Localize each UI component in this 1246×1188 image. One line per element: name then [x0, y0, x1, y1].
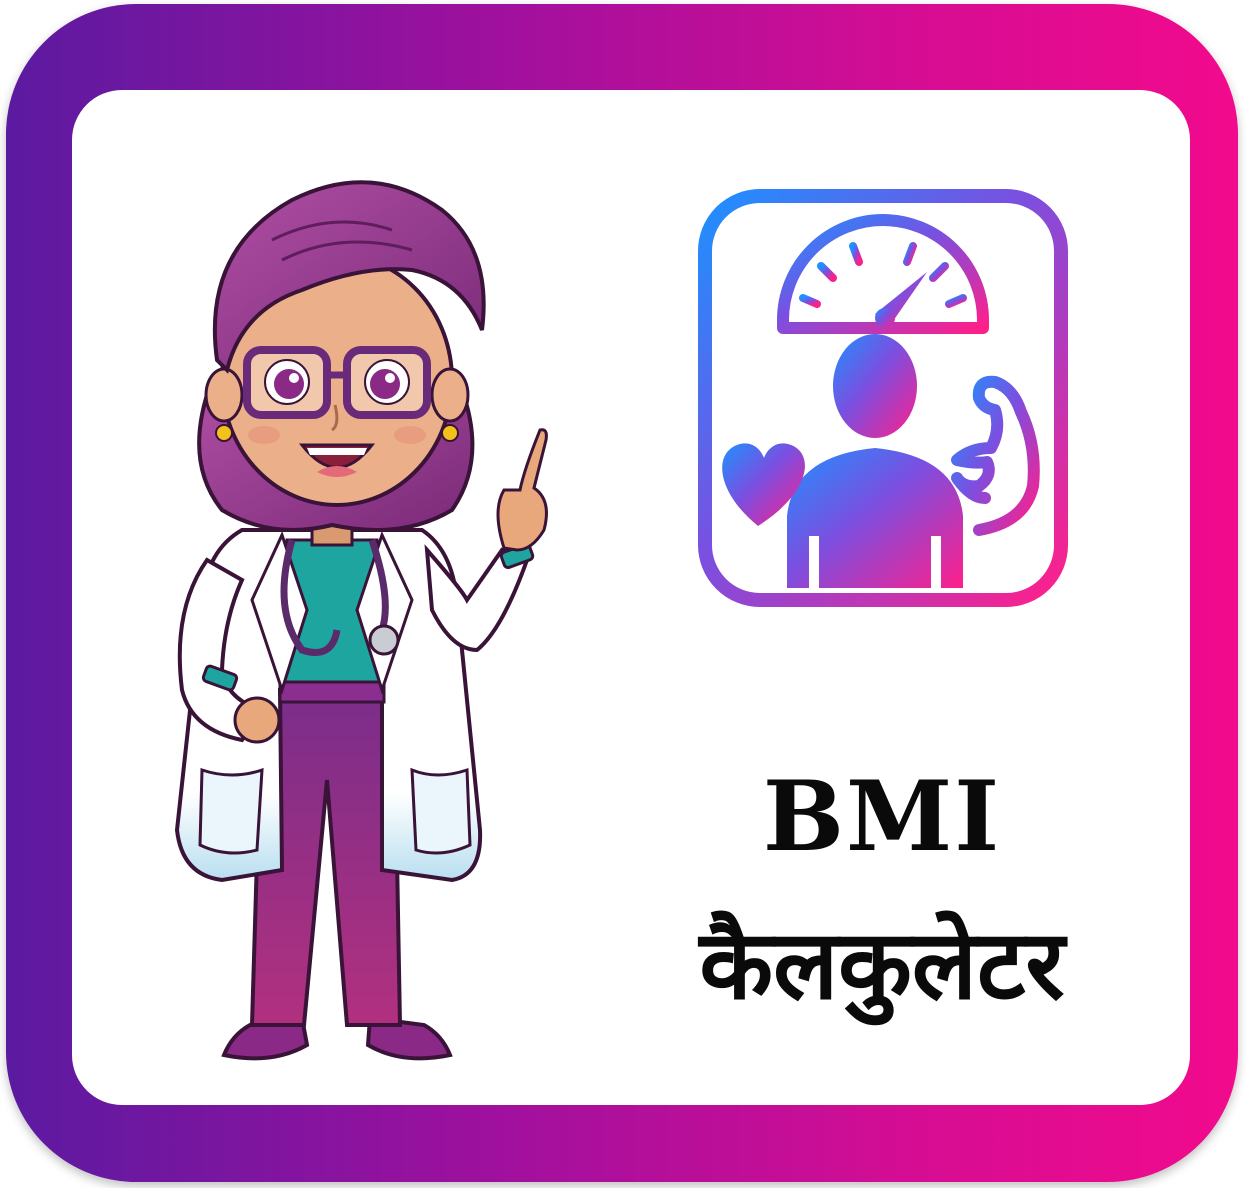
- scale-gauge-icon: [777, 214, 989, 334]
- title-calculator: कैलकुलेटर: [699, 909, 1065, 1021]
- doctor-illustration: [174, 180, 548, 1061]
- bmi-calculator-card[interactable]: BMI कैलकुलेटर: [72, 90, 1190, 1105]
- bmi-scale-person-icon: [698, 189, 1068, 607]
- person-silhouette-icon: [787, 334, 963, 588]
- flexed-arm-icon: [951, 375, 1040, 536]
- gradient-frame: BMI कैलकुलेटर: [6, 4, 1238, 1182]
- title-bmi: BMI: [762, 760, 1002, 873]
